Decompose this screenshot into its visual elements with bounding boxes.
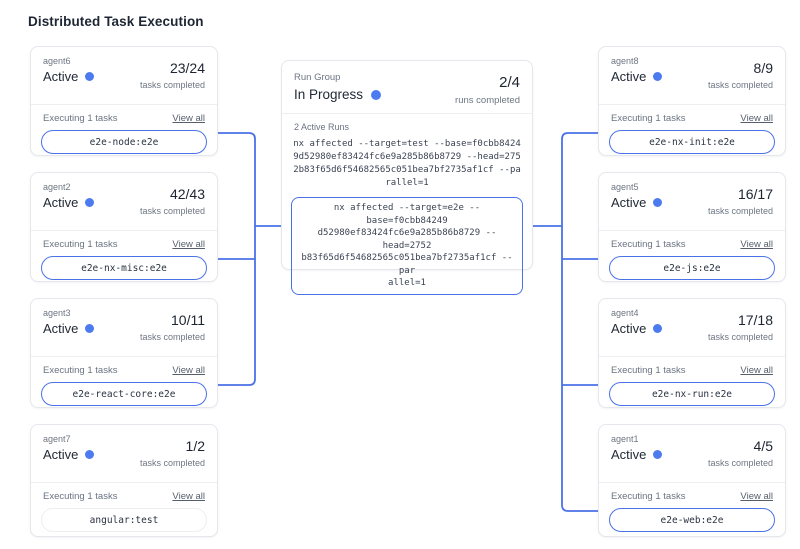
tasks-count: 4/5 — [708, 438, 773, 454]
view-all-link[interactable]: View all — [172, 113, 205, 124]
agent-card-header: agent3 Active 10/11 tasks completed — [31, 299, 217, 348]
agent-status: Active — [43, 195, 78, 210]
tasks-count-label: tasks completed — [708, 80, 773, 90]
agent-card-agent7: agent7 Active 1/2 tasks completed Execut… — [30, 424, 218, 537]
agent-card-agent6: agent6 Active 23/24 tasks completed Exec… — [30, 46, 218, 156]
tasks-count-label: tasks completed — [708, 206, 773, 216]
tasks-count-label: tasks completed — [140, 80, 205, 90]
status-dot-icon — [85, 450, 94, 459]
agent-status: Active — [611, 321, 646, 336]
runs-count-label: runs completed — [455, 95, 520, 106]
agent-name: agent1 — [611, 434, 662, 444]
page-title: Distributed Task Execution — [28, 14, 204, 29]
run-group-status: In Progress — [294, 87, 363, 102]
agent-status: Active — [43, 447, 78, 462]
tasks-count: 1/2 — [140, 438, 205, 454]
status-dot-icon — [85, 198, 94, 207]
tasks-count: 42/43 — [140, 186, 205, 202]
run-group-label: Run Group — [294, 72, 381, 83]
status-dot-icon — [85, 72, 94, 81]
executing-label: Executing 1 tasks — [43, 113, 117, 124]
run-command-e2e[interactable]: nx affected --target=e2e --base=f0cbb842… — [291, 197, 523, 295]
run-group-panel: Run Group In Progress 2/4 runs completed… — [281, 60, 533, 270]
agent-card-agent3: agent3 Active 10/11 tasks completed Exec… — [30, 298, 218, 408]
agent-card-header: agent8 Active 8/9 tasks completed — [599, 47, 785, 96]
agent-status: Active — [611, 69, 646, 84]
agent-status: Active — [611, 195, 646, 210]
tasks-count: 17/18 — [708, 312, 773, 328]
status-dot-icon — [653, 198, 662, 207]
agent-status: Active — [43, 321, 78, 336]
task-pill[interactable]: e2e-nx-run:e2e — [609, 382, 775, 406]
executing-label: Executing 1 tasks — [43, 365, 117, 376]
task-pill[interactable]: e2e-js:e2e — [609, 256, 775, 280]
tasks-count-label: tasks completed — [708, 458, 773, 468]
agent-name: agent4 — [611, 308, 662, 318]
view-all-link[interactable]: View all — [740, 491, 773, 502]
view-all-link[interactable]: View all — [172, 491, 205, 502]
agent-card-agent2: agent2 Active 42/43 tasks completed Exec… — [30, 172, 218, 282]
agent-card-header: agent2 Active 42/43 tasks completed — [31, 173, 217, 222]
agent-card-header: agent6 Active 23/24 tasks completed — [31, 47, 217, 96]
agent-status: Active — [611, 447, 646, 462]
tasks-count-label: tasks completed — [140, 332, 205, 342]
view-all-link[interactable]: View all — [172, 365, 205, 376]
executing-label: Executing 1 tasks — [611, 491, 685, 502]
tasks-count-label: tasks completed — [708, 332, 773, 342]
agent-card-header: agent1 Active 4/5 tasks completed — [599, 425, 785, 474]
task-pill[interactable]: e2e-nx-init:e2e — [609, 130, 775, 154]
tasks-count: 16/17 — [708, 186, 773, 202]
view-all-link[interactable]: View all — [740, 239, 773, 250]
tasks-count: 8/9 — [708, 60, 773, 76]
agent-name: agent2 — [43, 182, 94, 192]
status-dot-icon — [85, 324, 94, 333]
agent-card-header: agent4 Active 17/18 tasks completed — [599, 299, 785, 348]
active-runs-label: 2 Active Runs — [294, 122, 523, 132]
status-dot-icon — [371, 90, 381, 100]
executing-label: Executing 1 tasks — [43, 491, 117, 502]
agent-name: agent8 — [611, 56, 662, 66]
status-dot-icon — [653, 324, 662, 333]
run-group-header: Run Group In Progress 2/4 runs completed — [282, 61, 532, 113]
task-pill[interactable]: e2e-react-core:e2e — [41, 382, 207, 406]
run-command-test[interactable]: nx affected --target=test --base=f0cbb84… — [291, 138, 523, 190]
agent-card-agent1: agent1 Active 4/5 tasks completed Execut… — [598, 424, 786, 537]
executing-label: Executing 1 tasks — [611, 365, 685, 376]
agent-card-agent8: agent8 Active 8/9 tasks completed Execut… — [598, 46, 786, 156]
task-pill[interactable]: e2e-nx-misc:e2e — [41, 256, 207, 280]
view-all-link[interactable]: View all — [740, 365, 773, 376]
task-pill[interactable]: e2e-web:e2e — [609, 508, 775, 532]
executing-label: Executing 1 tasks — [43, 239, 117, 250]
agent-name: agent3 — [43, 308, 94, 318]
tasks-count-label: tasks completed — [140, 458, 205, 468]
executing-label: Executing 1 tasks — [611, 113, 685, 124]
task-pill[interactable]: e2e-node:e2e — [41, 130, 207, 154]
distributed-task-execution-view: Distributed Task Execution agent6 Active — [0, 0, 800, 549]
view-all-link[interactable]: View all — [740, 113, 773, 124]
runs-count: 2/4 — [455, 74, 520, 91]
status-dot-icon — [653, 72, 662, 81]
executing-label: Executing 1 tasks — [611, 239, 685, 250]
tasks-count: 10/11 — [140, 312, 205, 328]
agent-status: Active — [43, 69, 78, 84]
task-pill[interactable]: angular:test — [41, 508, 207, 532]
status-dot-icon — [653, 450, 662, 459]
agent-card-header: agent5 Active 16/17 tasks completed — [599, 173, 785, 222]
agent-card-agent4: agent4 Active 17/18 tasks completed Exec… — [598, 298, 786, 408]
agent-card-agent5: agent5 Active 16/17 tasks completed Exec… — [598, 172, 786, 282]
agent-name: agent6 — [43, 56, 94, 66]
agent-card-header: agent7 Active 1/2 tasks completed — [31, 425, 217, 474]
tasks-count: 23/24 — [140, 60, 205, 76]
agent-name: agent5 — [611, 182, 662, 192]
tasks-count-label: tasks completed — [140, 206, 205, 216]
view-all-link[interactable]: View all — [172, 239, 205, 250]
agent-name: agent7 — [43, 434, 94, 444]
